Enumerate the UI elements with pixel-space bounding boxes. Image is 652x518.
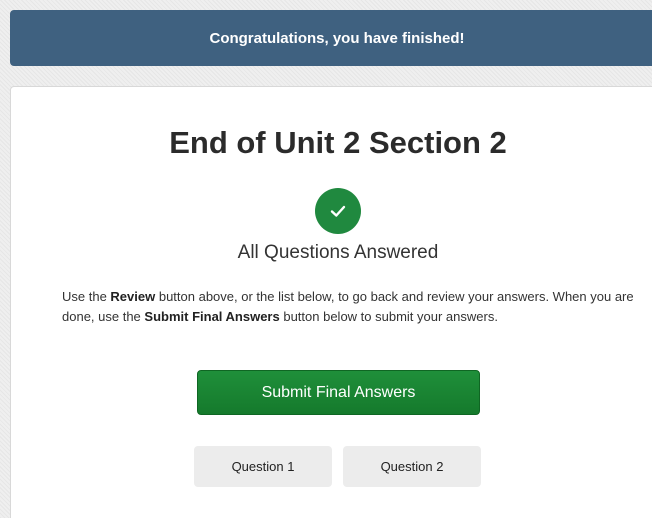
page: Congratulations, you have finished! End … bbox=[0, 0, 652, 518]
submit-final-answers-button[interactable]: Submit Final Answers bbox=[197, 370, 480, 415]
completion-banner: Congratulations, you have finished! bbox=[10, 10, 652, 66]
summary-card: End of Unit 2 Section 2 All Questions An… bbox=[10, 86, 652, 518]
submit-reference: Submit Final Answers bbox=[144, 309, 280, 324]
instructions-part3: button below to submit your answers. bbox=[279, 309, 498, 324]
question-2-button[interactable]: Question 2 bbox=[343, 446, 481, 487]
instructions-part1: Use the bbox=[62, 289, 111, 304]
check-icon bbox=[315, 188, 361, 234]
check-mark-glyph bbox=[330, 205, 346, 217]
instructions-text: Use the Review button above, or the list… bbox=[62, 287, 642, 327]
banner-text: Congratulations, you have finished! bbox=[209, 29, 465, 47]
status-text: All Questions Answered bbox=[237, 242, 439, 263]
page-title: End of Unit 2 Section 2 bbox=[169, 125, 507, 160]
question-1-button[interactable]: Question 1 bbox=[194, 446, 332, 487]
review-reference: Review bbox=[110, 289, 156, 304]
